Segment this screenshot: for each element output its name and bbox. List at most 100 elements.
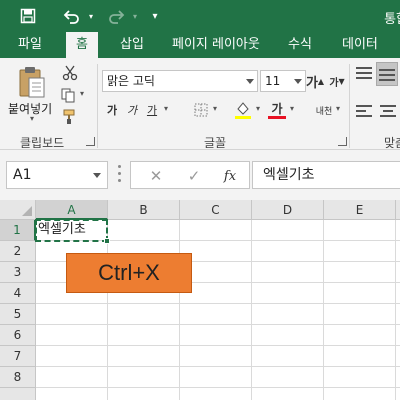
shrink-font-button[interactable]: 가 ▼ — [328, 70, 346, 92]
save-icon[interactable] — [16, 5, 40, 27]
insert-function-icon[interactable]: fx — [219, 166, 241, 186]
tab-data[interactable]: 데이터 — [332, 32, 388, 58]
cell[interactable] — [324, 325, 396, 346]
cell[interactable] — [396, 262, 400, 283]
enter-icon[interactable]: ✓ — [183, 166, 205, 186]
align-center-icon[interactable] — [378, 102, 398, 122]
font-color-button[interactable]: 가 — [266, 98, 288, 122]
cell[interactable] — [36, 367, 108, 388]
format-painter-icon[interactable] — [60, 108, 80, 126]
borders-dropdown-icon[interactable]: ▾ — [213, 104, 217, 113]
column-header-f[interactable] — [396, 200, 400, 220]
cell[interactable] — [108, 304, 180, 325]
cell[interactable] — [396, 304, 400, 325]
cell[interactable] — [324, 304, 396, 325]
cut-icon[interactable] — [60, 64, 80, 82]
column-header-e[interactable]: E — [324, 200, 396, 220]
column-header-c[interactable]: C — [180, 200, 252, 220]
tab-page-layout[interactable]: 페이지 레이아웃 — [162, 32, 270, 58]
font-dialog-launcher-icon[interactable] — [338, 137, 347, 146]
underline-button[interactable]: 가 — [144, 100, 160, 120]
cell[interactable] — [108, 367, 180, 388]
cell[interactable] — [252, 346, 324, 367]
cell[interactable] — [396, 283, 400, 304]
cell[interactable] — [36, 304, 108, 325]
cell[interactable] — [252, 388, 324, 400]
cell[interactable] — [324, 283, 396, 304]
cell[interactable] — [396, 241, 400, 262]
row-header-9[interactable] — [0, 388, 36, 400]
cell[interactable] — [180, 220, 252, 241]
cell[interactable] — [36, 346, 108, 367]
cell[interactable] — [324, 367, 396, 388]
name-box[interactable]: A1 — [6, 161, 108, 189]
cell[interactable] — [396, 367, 400, 388]
cell[interactable] — [108, 388, 180, 400]
cell[interactable] — [180, 367, 252, 388]
tab-formulas[interactable]: 수식 — [278, 32, 322, 58]
cell[interactable] — [396, 220, 400, 241]
cell[interactable] — [252, 283, 324, 304]
row-header-5[interactable]: 5 — [0, 304, 36, 325]
formula-input[interactable]: 엑셀기초 — [252, 161, 400, 189]
row-header-7[interactable]: 7 — [0, 346, 36, 367]
cell[interactable] — [108, 220, 180, 241]
redo-dropdown-icon[interactable]: ▾ — [130, 5, 140, 27]
clipboard-dialog-launcher-icon[interactable] — [86, 137, 95, 146]
cell[interactable] — [180, 325, 252, 346]
cell[interactable] — [324, 241, 396, 262]
paste-dropdown-icon[interactable]: ▾ — [30, 114, 34, 123]
cell[interactable] — [252, 304, 324, 325]
cell[interactable] — [36, 325, 108, 346]
cell[interactable] — [180, 346, 252, 367]
cell[interactable] — [324, 388, 396, 400]
wrap-text-button[interactable]: 내천 — [310, 98, 338, 126]
font-name-select[interactable]: 맑은 고딕 — [102, 70, 258, 92]
align-left-icon[interactable] — [354, 102, 374, 122]
borders-icon[interactable] — [190, 100, 212, 120]
redo-icon[interactable] — [104, 5, 128, 27]
bold-button[interactable]: 가 — [104, 100, 120, 120]
cell[interactable] — [324, 346, 396, 367]
wrap-dropdown-icon[interactable]: ▾ — [336, 104, 340, 113]
cell[interactable] — [180, 388, 252, 400]
cancel-icon[interactable]: ✕ — [145, 166, 167, 186]
row-header-3[interactable]: 3 — [0, 262, 36, 283]
cell[interactable] — [252, 367, 324, 388]
tab-home[interactable]: 홈 — [66, 32, 98, 59]
cell[interactable] — [324, 262, 396, 283]
cell[interactable] — [180, 304, 252, 325]
cell[interactable] — [36, 388, 108, 400]
row-header-1[interactable]: 1 — [0, 220, 36, 241]
cell-a1[interactable]: 엑셀기초 — [36, 220, 108, 241]
fill-color-icon[interactable] — [232, 98, 254, 122]
cell[interactable] — [252, 325, 324, 346]
cell[interactable] — [252, 241, 324, 262]
align-middle-icon[interactable] — [376, 62, 398, 86]
select-all-button[interactable] — [0, 200, 36, 220]
column-header-d[interactable]: D — [252, 200, 324, 220]
cell[interactable] — [396, 325, 400, 346]
cell[interactable] — [324, 220, 396, 241]
tab-file[interactable]: 파일 — [8, 32, 52, 58]
cell[interactable] — [396, 346, 400, 367]
column-header-a[interactable]: A — [36, 200, 108, 220]
paste-icon[interactable] — [12, 64, 52, 100]
tab-insert[interactable]: 삽입 — [110, 32, 154, 58]
undo-icon[interactable] — [60, 5, 84, 27]
row-header-8[interactable]: 8 — [0, 367, 36, 388]
cell[interactable] — [396, 388, 400, 400]
worksheet-grid[interactable]: A B C D E 1 2 3 4 5 6 7 8 엑셀기초 — [0, 200, 400, 400]
formula-bar-splitter[interactable] — [118, 162, 122, 188]
italic-button[interactable]: 가 — [124, 100, 140, 120]
cell[interactable] — [108, 346, 180, 367]
align-top-icon[interactable] — [354, 64, 374, 84]
copy-icon[interactable] — [58, 86, 78, 104]
fill-color-dropdown-icon[interactable]: ▾ — [256, 104, 260, 113]
row-header-4[interactable]: 4 — [0, 283, 36, 304]
font-color-dropdown-icon[interactable]: ▾ — [290, 104, 294, 113]
row-header-6[interactable]: 6 — [0, 325, 36, 346]
grow-font-button[interactable]: 가 ▲ — [306, 70, 324, 92]
row-header-2[interactable]: 2 — [0, 241, 36, 262]
cell[interactable] — [252, 220, 324, 241]
